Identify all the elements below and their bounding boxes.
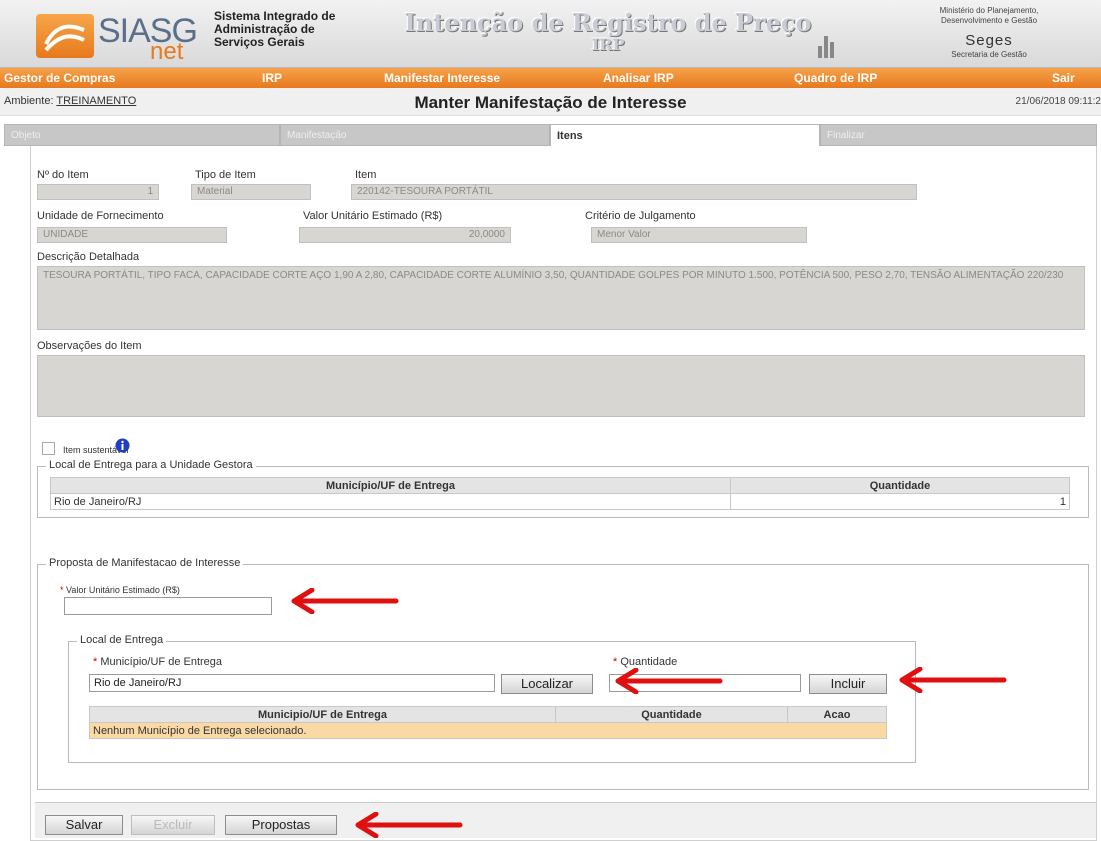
item-label: Item bbox=[355, 169, 377, 181]
localizar-button[interactable]: Localizar bbox=[501, 674, 593, 694]
column-header: Quantidade bbox=[730, 477, 1070, 494]
municipio-input[interactable] bbox=[89, 674, 495, 692]
proposal-value-label-text: Valor Unitário Estimado (R$) bbox=[66, 585, 180, 595]
gestora-delivery-fieldset: Local de Entrega para a Unidade Gestora … bbox=[37, 459, 1089, 518]
ministry-logo: Ministério do Planejamento, Desenvolvime… bbox=[889, 6, 1089, 60]
estimated-value-field: 20,0000 bbox=[299, 227, 511, 243]
item-field: 220142-TESOURA PORTÁTIL bbox=[351, 184, 917, 200]
menu-sair[interactable]: Sair bbox=[1052, 71, 1075, 85]
column-header: Quantidade bbox=[555, 706, 788, 723]
municipio-label-text: Município/UF de Entrega bbox=[100, 656, 223, 668]
tab-bar: Objeto Manifestação Itens Finalizar bbox=[4, 124, 1097, 146]
item-type-field: Material bbox=[191, 184, 311, 200]
quantidade-label: * Quantidade bbox=[613, 656, 678, 668]
banner-title: Intenção de Registro de Preço bbox=[404, 8, 812, 37]
action-bar: Salvar Excluir Propostas bbox=[35, 802, 1096, 838]
delivery-fieldset: Local de Entrega * Município/UF de Entre… bbox=[68, 634, 916, 763]
ministry-line: Desenvolvimento e Gestão bbox=[940, 16, 1038, 25]
banner-subtitle: IRP bbox=[591, 35, 625, 54]
menu-analisar-irp[interactable]: Analisar IRP bbox=[603, 71, 674, 85]
quantidade-label-text: Quantidade bbox=[620, 656, 678, 668]
menu-irp[interactable]: IRP bbox=[262, 71, 282, 85]
irp-banner: Intenção de Registro de Preço IRP bbox=[378, 8, 838, 56]
info-icon[interactable] bbox=[115, 438, 130, 453]
logo-mark bbox=[36, 14, 94, 58]
observations-field bbox=[37, 355, 1085, 417]
logo-subtext: net bbox=[150, 38, 184, 65]
system-name: Sistema Integrado de Administração de Se… bbox=[214, 10, 374, 49]
proposal-value-input[interactable] bbox=[64, 597, 272, 615]
column-header: Acao bbox=[787, 706, 887, 723]
supply-unit-field: UNIDADE bbox=[37, 227, 227, 243]
proposal-value-label: * Valor Unitário Estimado (R$) bbox=[60, 585, 180, 595]
description-field: TESOURA PORTÁTIL, TIPO FACA, CAPACIDADE … bbox=[37, 266, 1085, 330]
sustainable-checkbox[interactable] bbox=[42, 442, 55, 455]
column-header: Municipio/UF de Entrega bbox=[89, 706, 556, 723]
ministry-line: Ministério do Planejamento, bbox=[939, 6, 1039, 15]
tab-finalizar[interactable]: Finalizar bbox=[820, 124, 1097, 146]
delivery-legend: Local de Entrega bbox=[77, 634, 167, 646]
title-bar: Ambiente: TREINAMENTO Manter Manifestaçã… bbox=[0, 88, 1101, 116]
incluir-button[interactable]: Incluir bbox=[809, 674, 887, 694]
estimated-value-label: Valor Unitário Estimado (R$) bbox=[303, 210, 443, 222]
system-name-line: Serviços Gerais bbox=[214, 35, 305, 49]
excluir-button: Excluir bbox=[131, 815, 215, 835]
proposal-legend: Proposta de Manifestacao de Interesse bbox=[46, 557, 244, 569]
table-cell: Rio de Janeiro/RJ bbox=[50, 493, 731, 510]
menu-manifestar-interesse[interactable]: Manifestar Interesse bbox=[384, 71, 500, 85]
annotation-arrow-icon bbox=[899, 667, 1007, 693]
description-label: Descrição Detalhada bbox=[37, 251, 140, 263]
item-number-label: Nº do Item bbox=[37, 169, 89, 181]
delivery-table: Municipio/UF de Entrega Quantidade Acao … bbox=[89, 706, 887, 739]
datetime: 21/06/2018 09:11:2 bbox=[1015, 96, 1101, 107]
observations-label: Observações do Item bbox=[37, 340, 142, 352]
item-panel: Nº do Item 1 Tipo de Item Material Item … bbox=[30, 146, 1097, 841]
table-row: Rio de Janeiro/RJ 1 bbox=[50, 493, 1070, 510]
salvar-button[interactable]: Salvar bbox=[45, 815, 123, 835]
empty-message: Nenhum Município de Entrega selecionado. bbox=[89, 722, 887, 739]
tab-objeto[interactable]: Objeto bbox=[4, 124, 280, 146]
tab-itens[interactable]: Itens bbox=[550, 124, 820, 146]
gestora-delivery-legend: Local de Entrega para a Unidade Gestora bbox=[46, 459, 256, 471]
municipio-label: * Município/UF de Entrega bbox=[93, 656, 223, 668]
supply-unit-label: Unidade de Fornecimento bbox=[37, 210, 164, 222]
segs-subtitle: Secretaria de Gestão bbox=[951, 50, 1027, 59]
item-number-field: 1 bbox=[37, 184, 159, 200]
table-cell: 1 bbox=[730, 493, 1070, 510]
annotation-arrow-icon bbox=[291, 588, 399, 614]
judgment-criterion-field: Menor Valor bbox=[591, 227, 807, 243]
segs-name: Seges bbox=[965, 32, 1013, 49]
app-header: SIASG net Sistema Integrado de Administr… bbox=[0, 0, 1101, 68]
tab-manifestacao[interactable]: Manifestação bbox=[280, 124, 550, 146]
main-menu: Gestor de Compras IRP Manifestar Interes… bbox=[0, 68, 1101, 88]
annotation-arrow-icon bbox=[355, 812, 463, 838]
bars-icon bbox=[818, 36, 836, 58]
menu-gestor-compras[interactable]: Gestor de Compras bbox=[4, 71, 115, 85]
column-header: Município/UF de Entrega bbox=[50, 477, 731, 494]
item-type-label: Tipo de Item bbox=[195, 169, 256, 181]
page-title: Manter Manifestação de Interesse bbox=[414, 93, 687, 112]
annotation-arrow-icon bbox=[615, 668, 723, 694]
gestora-delivery-table: Município/UF de Entrega Quantidade Rio d… bbox=[50, 477, 1070, 510]
menu-quadro-irp[interactable]: Quadro de IRP bbox=[794, 71, 877, 85]
propostas-button[interactable]: Propostas bbox=[225, 815, 337, 835]
siasg-logo[interactable]: SIASG net bbox=[34, 8, 198, 65]
table-row: Nenhum Município de Entrega selecionado. bbox=[89, 722, 887, 739]
judgment-criterion-label: Critério de Julgamento bbox=[585, 210, 696, 222]
